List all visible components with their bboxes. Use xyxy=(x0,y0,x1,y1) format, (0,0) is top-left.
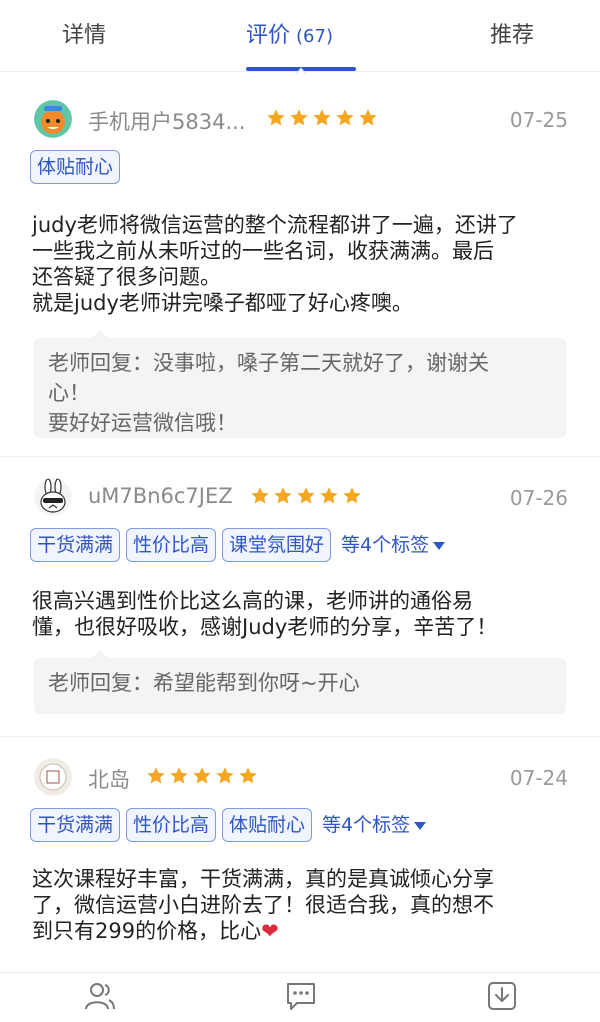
tag-row: 干货满满 性价比高 体贴耐心 等4个标签 xyxy=(30,808,427,842)
more-tags-toggle[interactable]: 等4个标签 xyxy=(341,528,446,562)
tab-details[interactable]: 详情 xyxy=(62,0,106,72)
star-icon xyxy=(170,767,188,784)
more-tags-toggle[interactable]: 等4个标签 xyxy=(322,808,427,842)
star-icon xyxy=(290,109,308,126)
star-icon xyxy=(297,487,315,504)
review-tag[interactable]: 体贴耐心 xyxy=(222,808,313,842)
caret-down-icon xyxy=(414,821,427,830)
avatar[interactable] xyxy=(34,100,72,138)
tab-reviews-count: (67) xyxy=(296,26,333,47)
review-date: 07-25 xyxy=(509,108,568,132)
reply-line: 老师回复：没事啦，嗓子第二天就好了，谢谢关 xyxy=(48,351,489,375)
review-content: 很高兴遇到性价比这么高的课，老师讲的通俗易 懂，也很好吸收，感谢Judy老师的分… xyxy=(32,588,572,640)
heart-icon: ❤ xyxy=(261,919,279,943)
divider xyxy=(0,736,600,737)
review-tag[interactable]: 体贴耐心 xyxy=(30,150,121,184)
star-icon xyxy=(239,767,257,784)
nav-download-button[interactable] xyxy=(472,979,532,1017)
review-tag[interactable]: 干货满满 xyxy=(30,528,121,562)
divider xyxy=(0,456,600,457)
star-icon xyxy=(343,487,361,504)
more-tags-label: 等4个标签 xyxy=(322,814,411,836)
reply-line: 要好好运营微信哦！ xyxy=(48,411,237,435)
review-tag[interactable]: 课堂氛围好 xyxy=(222,528,332,562)
avatar[interactable] xyxy=(34,478,72,516)
review-tabs: 详情 评价 (67) 推荐 xyxy=(0,0,600,74)
teacher-reply: 老师回复：希望能帮到你呀~开心 xyxy=(34,650,566,714)
caret-down-icon xyxy=(433,541,446,550)
users-icon xyxy=(85,983,115,1010)
star-icon xyxy=(320,487,338,504)
review-header: 手机用户5834... 07-25 xyxy=(0,90,600,150)
reply-line: 老师回复：希望能帮到你呀~开心 xyxy=(48,671,360,695)
tag-row: 干货满满 性价比高 课堂氛围好 等4个标签 xyxy=(30,528,446,562)
review-tag[interactable]: 干货满满 xyxy=(30,808,121,842)
tab-reviews[interactable]: 评价 (67) xyxy=(246,0,333,72)
avatar[interactable] xyxy=(34,758,72,796)
star-icon xyxy=(267,109,285,126)
nav-users-button[interactable] xyxy=(70,979,130,1017)
reviewer-name: uM7Bn6c7JEZ xyxy=(88,484,233,508)
reviewer-name: 北岛 xyxy=(88,768,130,792)
review-header: 北岛 07-24 xyxy=(0,748,600,808)
review-line: 懂，也很好吸收，感谢Judy老师的分享，辛苦了！ xyxy=(32,615,498,639)
review-line: 就是judy老师讲完嗓子都哑了好心疼噢。 xyxy=(32,291,413,315)
more-tags-label: 等4个标签 xyxy=(341,534,430,556)
review-line: 还答疑了很多问题。 xyxy=(32,265,221,289)
star-icon xyxy=(251,487,269,504)
star-icon xyxy=(359,109,377,126)
download-icon xyxy=(488,982,516,1010)
caret-up-icon xyxy=(296,67,306,74)
star-icon xyxy=(336,109,354,126)
tag-row: 体贴耐心 xyxy=(30,150,126,184)
review-header: uM7Bn6c7JEZ 07-26 xyxy=(0,468,600,528)
review-content: 这次课程好丰富，干货满满，真的是真诚倾心分享 了，微信运营小白进阶去了！很适合我… xyxy=(32,866,572,944)
review-date: 07-24 xyxy=(509,766,568,790)
review-tag[interactable]: 性价比高 xyxy=(126,528,217,562)
star-icon xyxy=(147,767,165,784)
review-line: judy老师将微信运营的整个流程都讲了一遍，还讲了 xyxy=(32,213,518,237)
tab-reviews-label: 评价 xyxy=(246,23,291,48)
star-rating xyxy=(146,766,261,788)
review-line: 一些我之前从未听过的一些名词，收获满满。最后 xyxy=(32,239,494,263)
teacher-reply: 老师回复：没事啦，嗓子第二天就好了，谢谢关 心！ 要好好运营微信哦！ xyxy=(34,330,566,438)
review-content: judy老师将微信运营的整个流程都讲了一遍，还讲了 一些我之前从未听过的一些名词… xyxy=(32,212,572,316)
reply-notch xyxy=(92,650,108,658)
star-icon xyxy=(313,109,331,126)
review-line-text: 到只有299的价格，比心 xyxy=(32,919,262,943)
rabbit-avatar-icon xyxy=(34,478,72,516)
nav-chat-button[interactable] xyxy=(271,979,331,1017)
review-date: 07-26 xyxy=(509,486,568,510)
reply-line: 心！ xyxy=(48,381,90,405)
star-icon xyxy=(274,487,292,504)
review-line: 了，微信运营小白进阶去了！很适合我，真的想不 xyxy=(32,893,494,917)
star-rating xyxy=(250,486,365,508)
reviewer-name: 手机用户5834... xyxy=(88,110,246,134)
fox-avatar-icon xyxy=(34,100,72,138)
reply-notch xyxy=(92,330,108,338)
seal-avatar-icon xyxy=(34,758,72,796)
review-line: 到只有299的价格，比心❤ xyxy=(32,918,572,944)
star-rating xyxy=(266,108,381,130)
star-icon xyxy=(193,767,211,784)
star-icon xyxy=(216,767,234,784)
review-tag[interactable]: 性价比高 xyxy=(126,808,217,842)
chat-icon xyxy=(287,983,315,1010)
tab-recommend[interactable]: 推荐 xyxy=(490,0,534,72)
review-line: 很高兴遇到性价比这么高的课，老师讲的通俗易 xyxy=(32,589,473,613)
bottom-nav xyxy=(0,972,600,1022)
review-line: 这次课程好丰富，干货满满，真的是真诚倾心分享 xyxy=(32,867,494,891)
